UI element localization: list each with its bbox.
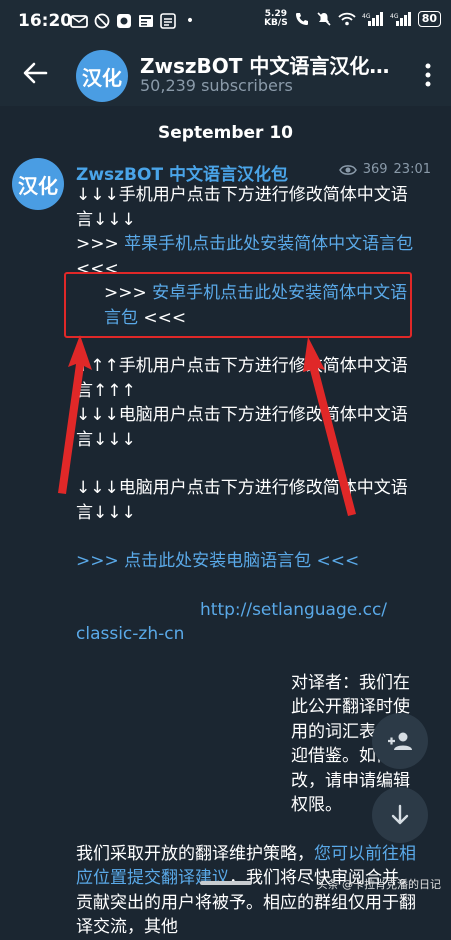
- scroll-down-button[interactable]: [372, 787, 428, 843]
- home-indicator[interactable]: [200, 881, 252, 885]
- add-member-button[interactable]: [372, 713, 428, 769]
- left-arrow: [58, 335, 92, 494]
- add-person-icon: [388, 732, 412, 750]
- annotation-arrows: [58, 335, 356, 516]
- right-arrow: [303, 337, 356, 516]
- arrow-down-icon: [391, 804, 409, 825]
- watermark: 头条 @卡拉肖克潘的日记: [316, 878, 442, 891]
